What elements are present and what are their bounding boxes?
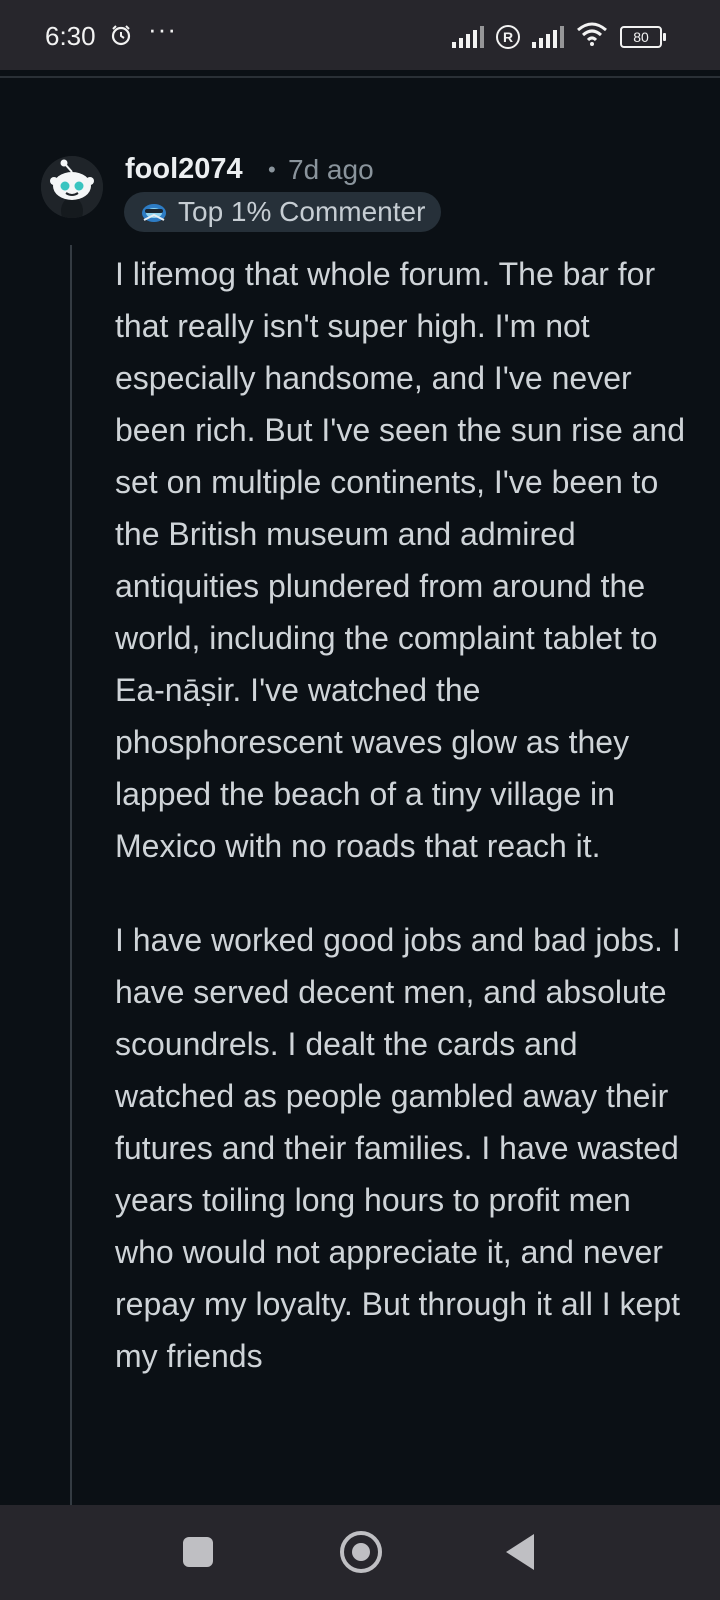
home-icon[interactable] xyxy=(340,1531,382,1573)
more-notifications-icon: ··· xyxy=(148,14,177,44)
wifi-icon xyxy=(576,22,608,51)
comment-body: I lifemog that whole forum. The bar for … xyxy=(115,248,695,1510)
alarm-icon xyxy=(110,24,132,51)
status-icons: R 80 xyxy=(452,22,666,51)
signal-icon xyxy=(452,25,484,48)
status-time: 6:30 xyxy=(45,21,96,51)
comment-username[interactable]: fool2074 xyxy=(125,153,243,186)
snoo-avatar-icon[interactable] xyxy=(41,156,103,218)
flair-label: Top 1% Commenter xyxy=(178,196,426,227)
status-bar: 6:30 ··· R 80 xyxy=(0,0,720,70)
signal-icon-2 xyxy=(532,25,564,48)
battery-icon: 80 xyxy=(620,25,666,48)
toolbar-divider xyxy=(0,76,720,78)
comment-paragraph: I lifemog that whole forum. The bar for … xyxy=(115,256,686,864)
comment-timestamp: 7d ago xyxy=(288,154,374,185)
thread-collapse-line[interactable] xyxy=(70,245,72,1505)
battery-level: 80 xyxy=(633,28,649,45)
back-icon[interactable] xyxy=(506,1534,534,1570)
user-flair-badge: Top 1% Commenter xyxy=(124,192,442,232)
top-commenter-icon xyxy=(140,200,168,224)
recents-icon[interactable] xyxy=(183,1537,213,1567)
comment-paragraph: I have worked good jobs and bad jobs. I … xyxy=(115,922,681,1374)
meta-separator: • xyxy=(268,157,276,182)
roaming-icon: R xyxy=(496,24,520,49)
